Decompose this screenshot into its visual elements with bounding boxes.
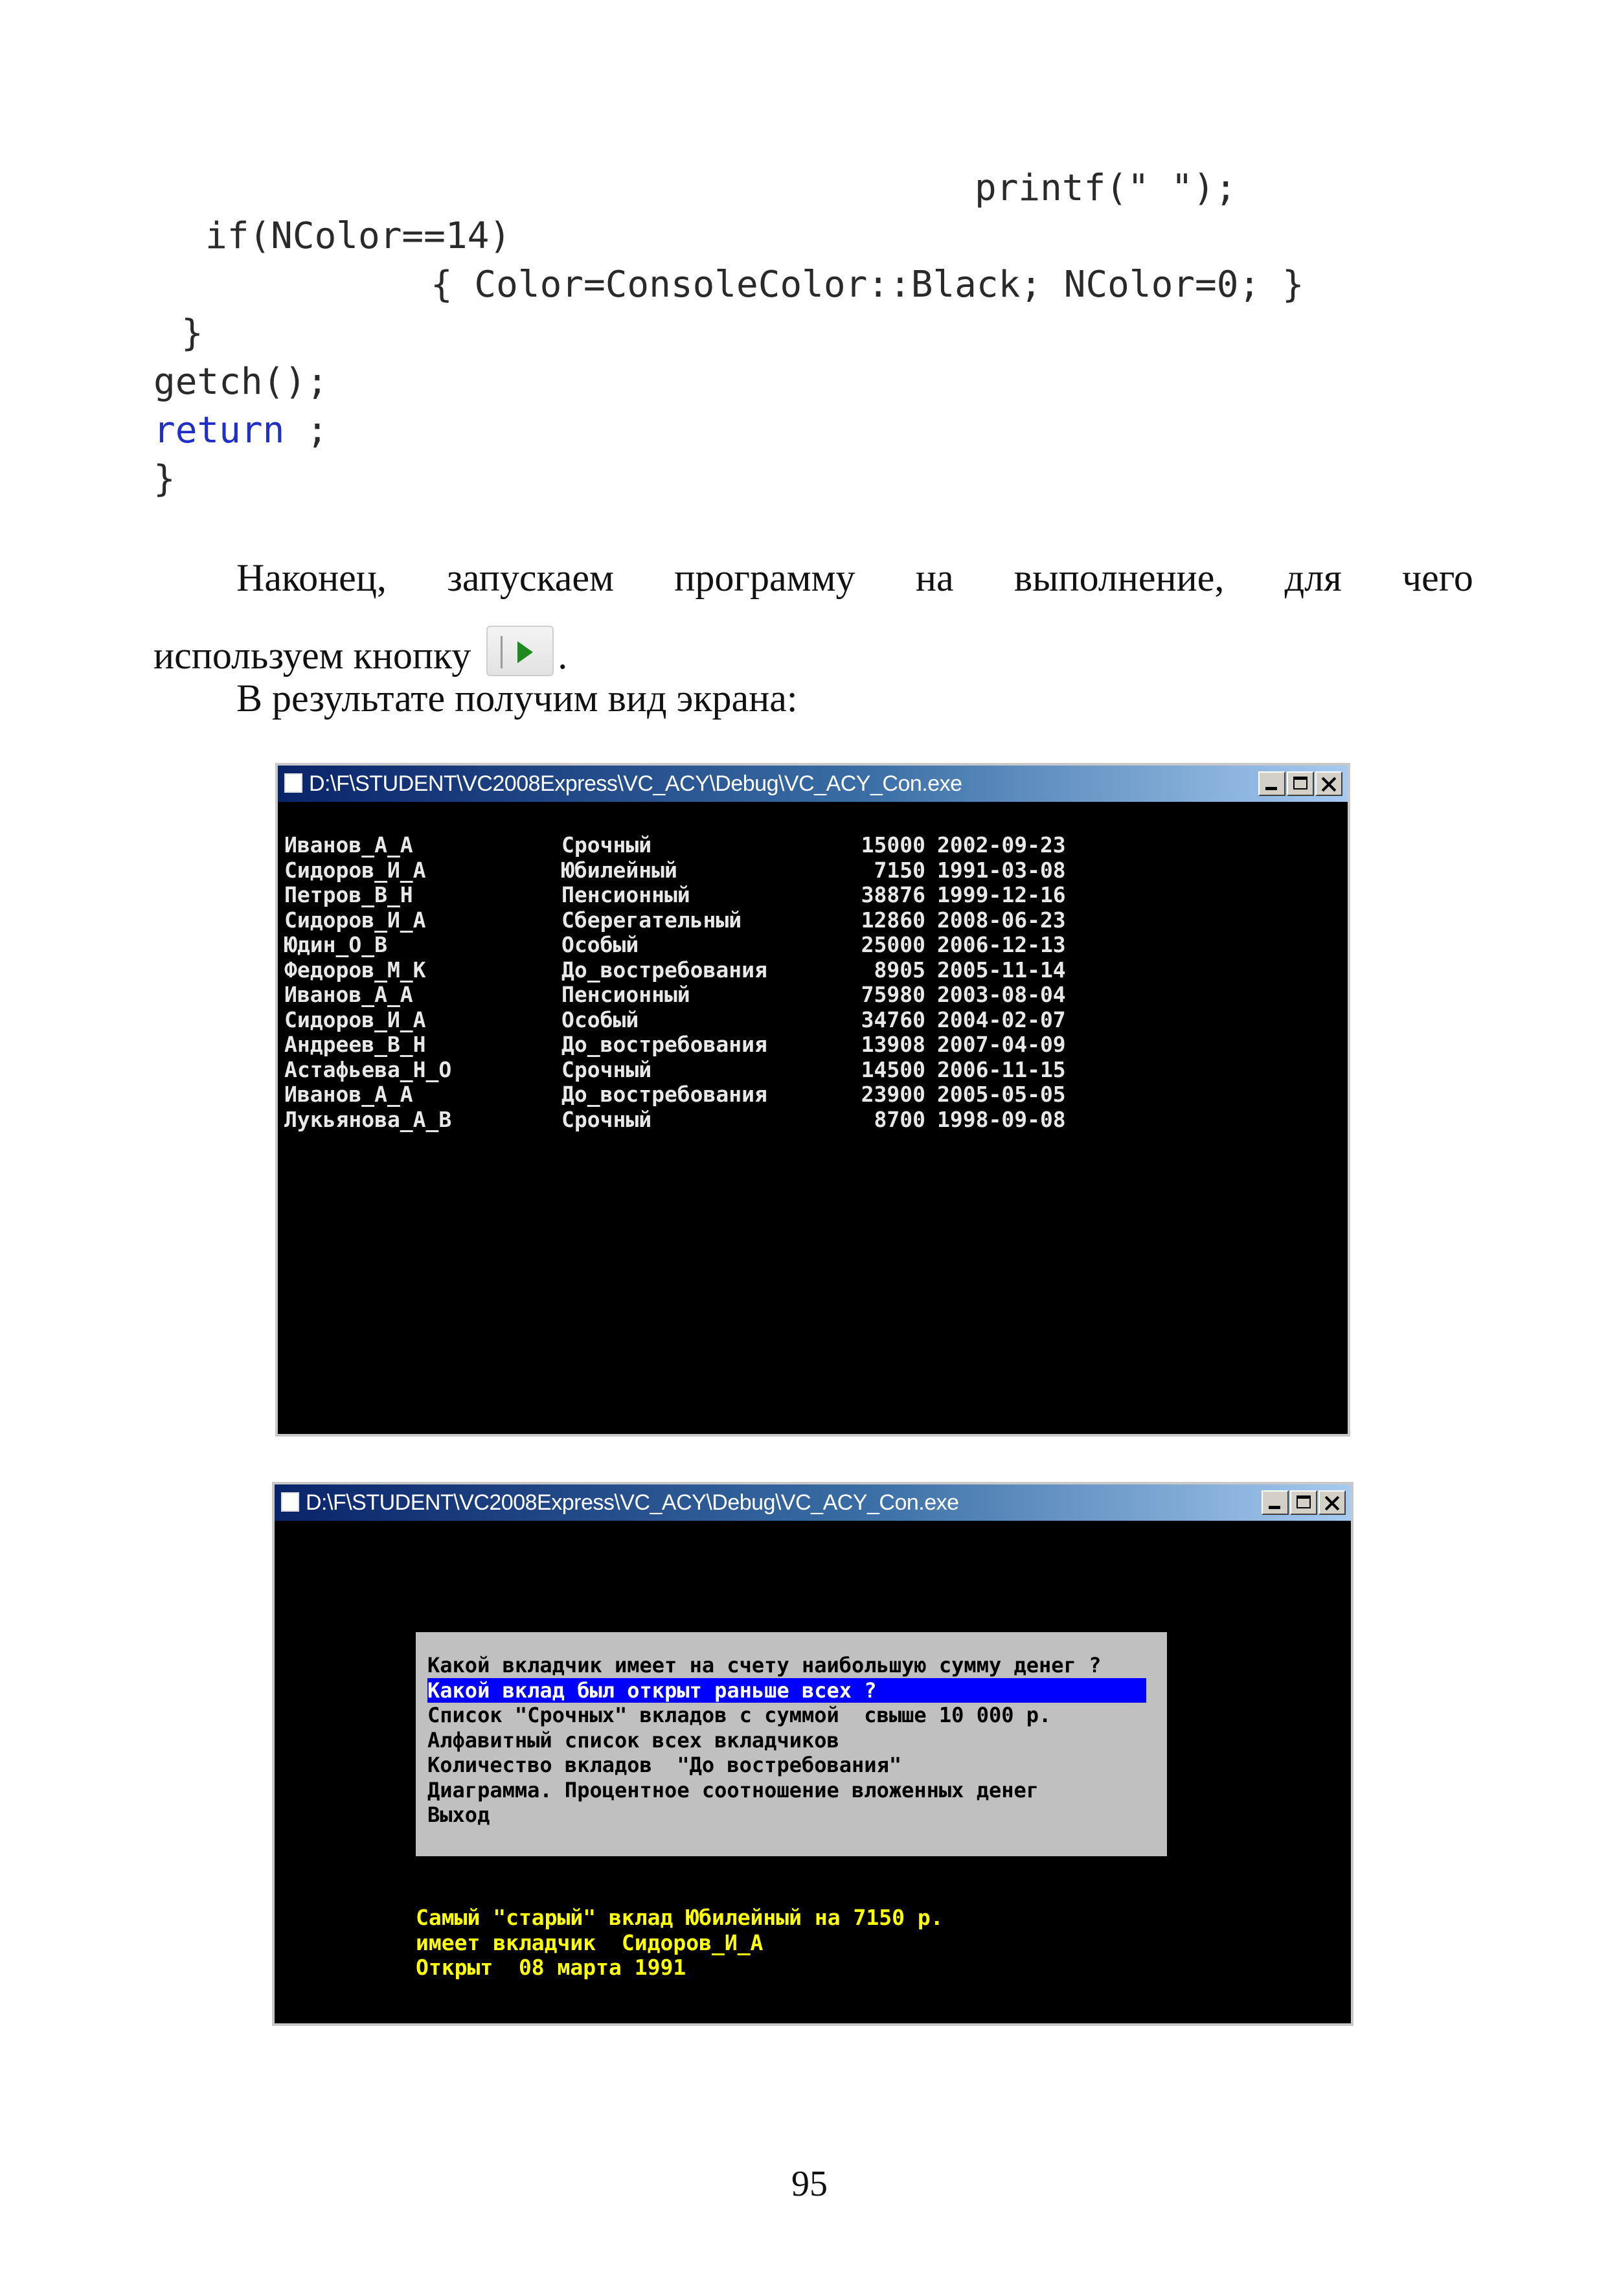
cell-date: 2005-11-14 — [937, 957, 1066, 983]
console-titlebar: D:\F\STUDENT\VC2008Express\VC_ACY\Debug\… — [275, 1484, 1351, 1521]
code-line-color-reset: { Color=ConsoleColor::Black; NColor=0; } — [431, 264, 1304, 306]
cell-name: Иванов_А_А — [284, 832, 413, 858]
cell-type: Пенсионный — [561, 882, 690, 907]
maximize-button[interactable] — [1287, 771, 1314, 796]
cell-type: До_востребования — [561, 1032, 767, 1057]
console-window-list: D:\F\STUDENT\VC2008Express\VC_ACY\Debug\… — [275, 763, 1350, 1437]
cell-type: До_востребования — [561, 957, 767, 983]
console-menu: Какой вкладчик имеет на счету наибольшую… — [416, 1632, 1167, 1856]
word: чего — [1402, 556, 1473, 599]
cell-sum: 8905 — [874, 957, 925, 983]
cell-type: Пенсионный — [561, 982, 690, 1007]
cell-type: Особый — [561, 932, 639, 957]
cell-sum: 12860 — [861, 907, 925, 933]
paragraph-text: используем кнопку — [153, 634, 471, 677]
code-line-close-brace: } — [181, 312, 203, 354]
cell-name: Астафьева_Н_О — [284, 1056, 452, 1082]
cell-type: Срочный — [561, 1106, 652, 1132]
menu-item[interactable]: Диаграмма. Процентное соотношение вложен… — [427, 1778, 1039, 1802]
cell-type: Юбилейный — [561, 857, 677, 883]
word: запускаем — [447, 556, 614, 599]
console-title: D:\F\STUDENT\VC2008Express\VC_ACY\Debug\… — [309, 771, 962, 796]
cell-name: Иванов_А_А — [284, 982, 413, 1007]
menu-item[interactable]: Какой вкладчик имеет на счету наибольшую… — [427, 1653, 1101, 1677]
cell-sum: 14500 — [861, 1056, 925, 1082]
result-line: имеет вкладчик Сидоров_И_А — [416, 1929, 764, 1955]
code-line-final-brace: } — [153, 458, 175, 500]
cell-date: 2003-08-04 — [937, 982, 1066, 1007]
word: на — [915, 556, 954, 599]
window-controls — [1262, 1490, 1346, 1515]
code-line-if: if(NColor==14) — [205, 215, 512, 257]
code-line-return: return ; — [153, 408, 328, 453]
cell-sum: 25000 — [861, 932, 925, 957]
code-line-printf: printf(" "); — [975, 167, 1237, 209]
minimize-button[interactable] — [1262, 1490, 1289, 1515]
cell-date: 1999-12-16 — [937, 882, 1066, 907]
result-line: Самый "старый" вклад Юбилейный на 7150 р… — [416, 1905, 944, 1930]
word: Наконец, — [236, 556, 387, 599]
cell-name: Федоров_М_К — [284, 957, 426, 983]
cell-name: Юдин_О_В — [284, 932, 387, 957]
cell-sum: 34760 — [861, 1006, 925, 1032]
console-window-menu: D:\F\STUDENT\VC2008Express\VC_ACY\Debug\… — [272, 1482, 1353, 2026]
cell-date: 2008-06-23 — [937, 907, 1066, 933]
cell-sum: 13908 — [861, 1032, 925, 1057]
menu-item[interactable]: Какой вклад был открыт раньше всех ? — [427, 1677, 1146, 1703]
console-titlebar: D:\F\STUDENT\VC2008Express\VC_ACY\Debug\… — [278, 766, 1348, 802]
result-line: Открыт 08 марта 1991 — [416, 1955, 686, 1980]
paragraph-period: . — [558, 634, 568, 677]
cell-date: 2002-09-23 — [937, 832, 1066, 858]
maximize-button[interactable] — [1290, 1490, 1317, 1515]
cell-type: Особый — [561, 1006, 639, 1032]
word: выполнение, — [1013, 556, 1225, 599]
code-return-rest: ; — [284, 409, 328, 451]
cell-name: Сидоров_И_А — [284, 1006, 426, 1032]
code-line-getch: getch(); — [153, 361, 328, 403]
console-app-icon — [284, 773, 302, 793]
cell-type: Срочный — [561, 832, 652, 858]
cell-date: 2005-05-05 — [937, 1082, 1066, 1107]
cell-sum: 15000 — [861, 832, 925, 858]
cell-date: 1991-03-08 — [937, 857, 1066, 883]
code-keyword-return: return — [153, 409, 285, 451]
cell-name: Иванов_А_А — [284, 1082, 413, 1107]
cell-name: Андреев_В_Н — [284, 1032, 426, 1057]
cell-name: Петров_В_Н — [284, 882, 413, 907]
cell-name: Сидоров_И_А — [284, 907, 426, 933]
window-controls — [1258, 771, 1342, 796]
paragraph-line-1: Наконец, запускаем программу на выполнен… — [236, 553, 1473, 602]
cell-type: Срочный — [561, 1056, 652, 1082]
cell-sum: 75980 — [861, 982, 925, 1007]
close-button[interactable] — [1315, 771, 1342, 796]
cell-date: 2004-02-07 — [937, 1006, 1066, 1032]
page-number: 95 — [791, 2164, 828, 2204]
word: программу — [674, 556, 855, 599]
cell-type: Сберегательный — [561, 907, 742, 933]
paragraph-line-3: В результате получим вид экрана: — [236, 677, 798, 720]
cell-type: До_востребования — [561, 1082, 767, 1107]
menu-item[interactable]: Алфавитный список всех вкладчиков — [427, 1728, 839, 1753]
cell-sum: 8700 — [874, 1106, 925, 1132]
cell-name: Сидоров_И_А — [284, 857, 426, 883]
close-button[interactable] — [1319, 1490, 1346, 1515]
cell-name: Лукьянова_А_В — [284, 1106, 452, 1132]
cell-date: 2006-11-15 — [937, 1056, 1066, 1082]
menu-item[interactable]: Количество вкладов "До востребования" — [427, 1753, 901, 1777]
cell-sum: 7150 — [874, 857, 925, 883]
run-play-icon — [486, 626, 554, 676]
console-title: D:\F\STUDENT\VC2008Express\VC_ACY\Debug\… — [306, 1490, 959, 1515]
minimize-button[interactable] — [1258, 771, 1285, 796]
menu-item[interactable]: Выход — [427, 1802, 490, 1827]
cell-sum: 38876 — [861, 882, 925, 907]
cell-date: 2006-12-13 — [937, 932, 1066, 957]
cell-sum: 23900 — [861, 1082, 925, 1107]
word: для — [1284, 556, 1342, 599]
menu-item[interactable]: Список "Срочных" вкладов с суммой свыше … — [427, 1703, 1051, 1727]
console-app-icon — [281, 1492, 299, 1512]
cell-date: 2007-04-09 — [937, 1032, 1066, 1057]
cell-date: 1998-09-08 — [937, 1106, 1066, 1132]
paragraph-line-2: используем кнопку. — [153, 626, 567, 680]
